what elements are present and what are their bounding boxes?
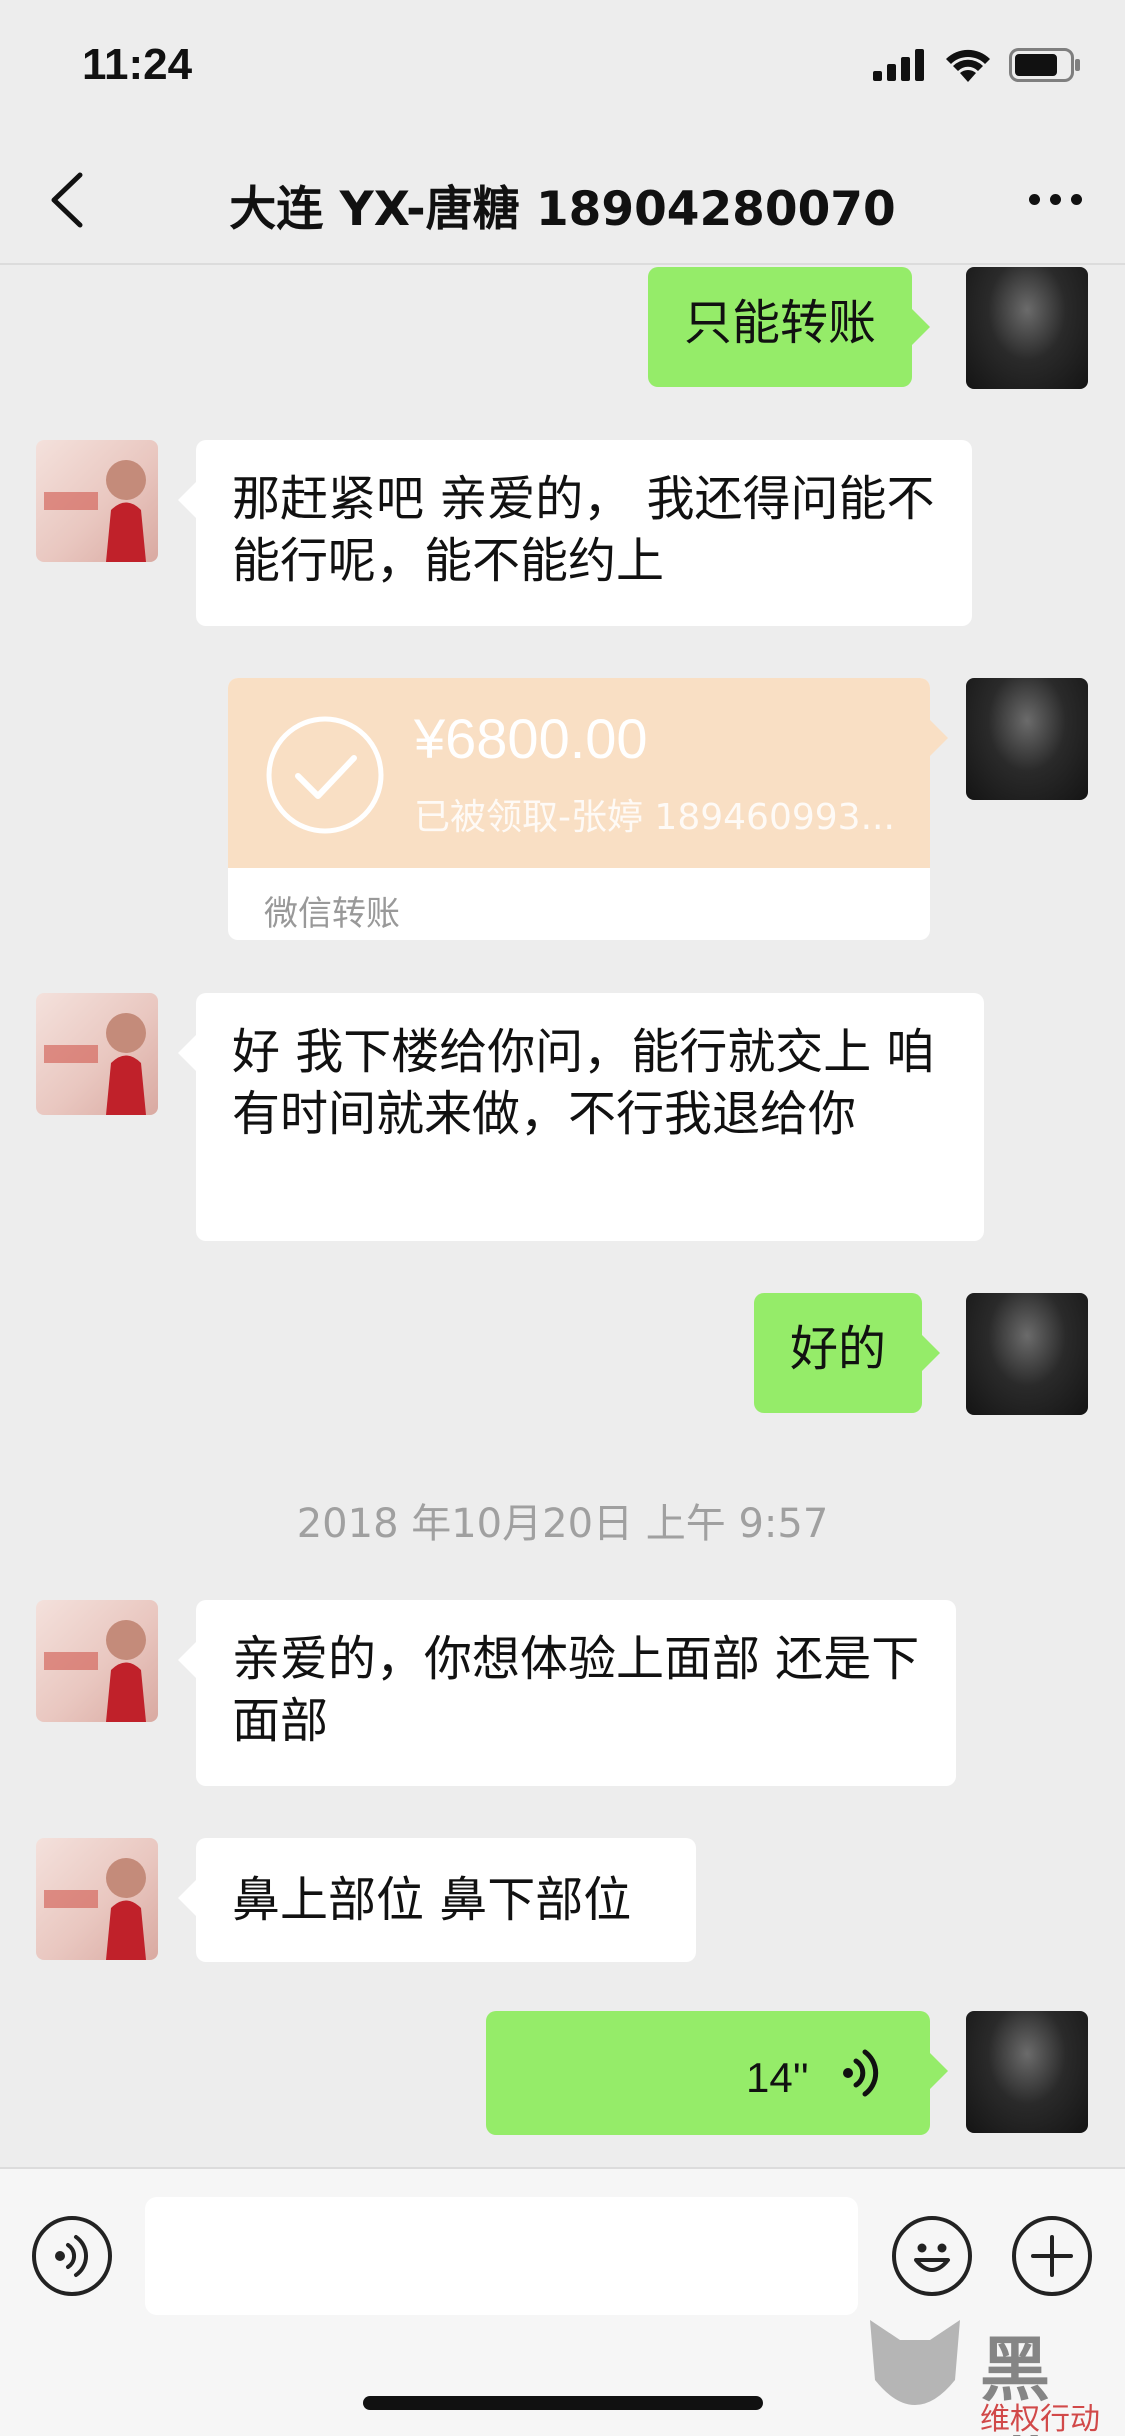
more-functions-button[interactable]: [1012, 2216, 1092, 2296]
emoji-icon: [914, 2243, 950, 2272]
status-bar: 11:24: [0, 0, 1125, 135]
message-bubble-other[interactable]: 那赶紧吧 亲爱的， 我还得问能不能行呢，能不能约上: [178, 440, 972, 626]
cat-logo-icon: [870, 2320, 960, 2405]
more-options-icon[interactable]: [1015, 169, 1095, 229]
status-time: 11:24: [82, 40, 193, 89]
avatar-self[interactable]: [966, 2011, 1088, 2133]
message-text: 那赶紧吧 亲爱的， 我还得问能不能行呢，能不能约上: [232, 471, 935, 589]
chat-timestamp: 2018 年10月20日 上午 9:57: [296, 1501, 829, 1547]
avatar-other[interactable]: [36, 440, 158, 562]
message-text: 亲爱的，你想体验上面部 还是下面部: [232, 1631, 920, 1749]
transfer-card[interactable]: ¥6800.00 已被领取-张婷 189460993... 微信转账: [228, 678, 930, 940]
message-bubble-self[interactable]: 只能转账: [648, 267, 931, 387]
avatar-other[interactable]: [36, 1838, 158, 1960]
avatar-other[interactable]: [36, 1600, 158, 1722]
watermark-logo: 黑猫 维权行动: [850, 2310, 1120, 2436]
emoji-button[interactable]: [892, 2216, 972, 2296]
transfer-card-tail: [930, 720, 948, 756]
avatar-other[interactable]: [36, 993, 158, 1115]
nav-bar: 大连 YX-唐糖 18904280070: [0, 135, 1125, 265]
chat-message-list[interactable]: 只能转账 那赶紧吧 亲爱的， 我还得问能不能行呢，能不能约上 ¥6800.00 …: [0, 267, 1125, 2167]
voice-wave-icon: [843, 2049, 879, 2097]
avatar-portrait-icon: [44, 1858, 146, 1960]
plus-icon: [1031, 2235, 1073, 2277]
wifi-icon: [946, 49, 990, 82]
message-text: 好 我下楼给你问，能行就交上 咱有时间就来做，不行我退给你: [232, 1024, 935, 1142]
avatar-self[interactable]: [966, 267, 1088, 389]
transfer-label: 微信转账: [264, 894, 400, 934]
avatar-portrait-icon: [44, 1620, 146, 1722]
received-check-icon: [266, 716, 384, 834]
battery-icon: [1009, 48, 1080, 82]
voice-duration: 14'': [746, 2054, 809, 2101]
transfer-amount: ¥6800.00: [414, 707, 648, 770]
message-text: 好的: [790, 1321, 887, 1377]
transfer-status: 已被领取-张婷 189460993...: [414, 797, 895, 838]
avatar-self[interactable]: [966, 1293, 1088, 1415]
message-bubble-self[interactable]: 好的: [754, 1293, 941, 1413]
message-bubble-other[interactable]: 好 我下楼给你问，能行就交上 咱有时间就来做，不行我退给你: [178, 993, 984, 1241]
message-text: 只能转账: [684, 295, 877, 351]
signal-icon: [873, 49, 924, 81]
back-arrow-icon[interactable]: [40, 167, 100, 233]
voice-mode-button[interactable]: [32, 2216, 112, 2296]
watermark-subtitle: 维权行动: [980, 2402, 1100, 2436]
message-bubble-other[interactable]: 亲爱的，你想体验上面部 还是下面部: [178, 1600, 956, 1786]
voice-message-bubble[interactable]: 14'': [486, 2011, 948, 2135]
avatar-self[interactable]: [966, 678, 1088, 800]
status-icons: [873, 48, 1081, 82]
message-bubble-other[interactable]: 鼻上部位 鼻下部位: [178, 1838, 696, 1962]
chat-title: 大连 YX-唐糖 18904280070: [229, 182, 896, 237]
avatar-portrait-icon: [44, 1013, 146, 1115]
message-input[interactable]: [145, 2197, 858, 2315]
home-indicator[interactable]: [363, 2396, 763, 2410]
avatar-portrait-icon: [44, 460, 146, 562]
message-text: 鼻上部位 鼻下部位: [232, 1872, 632, 1928]
voice-mode-icon: [55, 2235, 89, 2277]
